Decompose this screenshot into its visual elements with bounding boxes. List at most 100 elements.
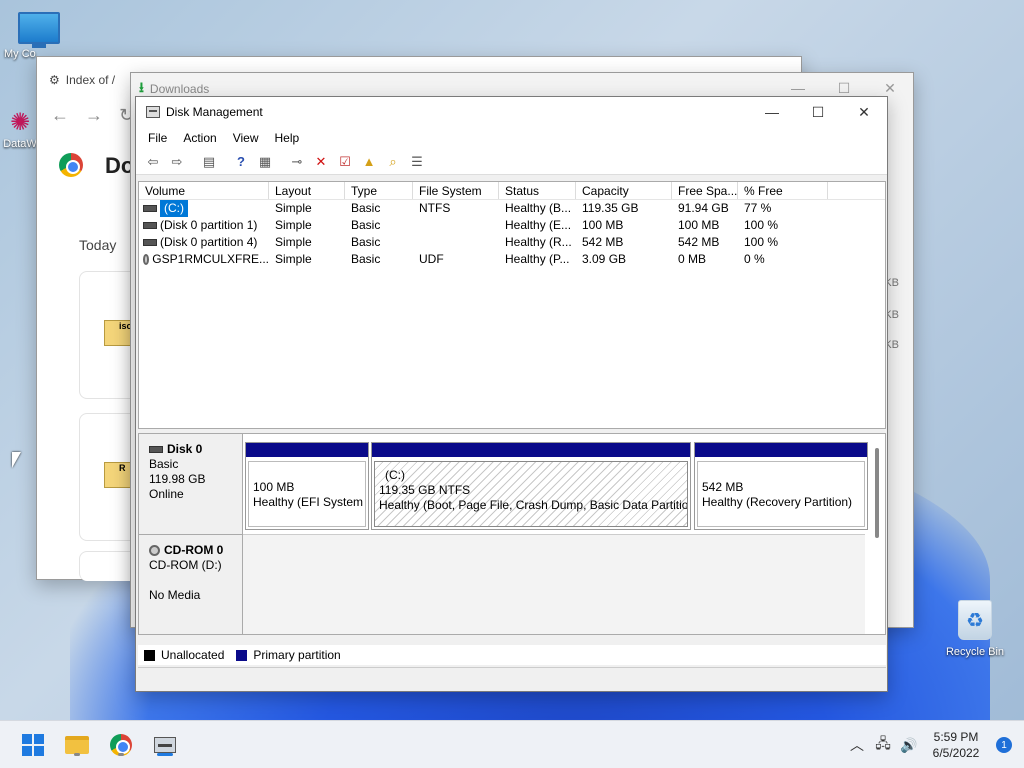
start-button[interactable] [19,731,47,759]
downloads-today-label: Today [79,237,117,253]
minimize-button[interactable]: — [749,97,795,127]
disk-management-icon [154,737,176,753]
notification-badge[interactable]: 1 [996,737,1012,753]
disk-management-window[interactable]: Disk Management — ☐ ✕ File Action View H… [135,96,888,692]
disk-map-scrollbar[interactable] [875,448,879,538]
volume-name: GSP1RMCULXFRE... [152,252,269,266]
drive-icon [143,239,157,246]
disk-management-titlebar: Disk Management — ☐ ✕ [136,97,887,127]
cd-drive-icon [143,254,150,265]
disk-management-icon [146,106,160,118]
delete-icon[interactable]: ✕ [310,152,332,172]
search-folder-icon[interactable]: ⌕ [382,152,404,172]
maximize-button[interactable]: ☐ [795,97,841,127]
forward-icon[interactable]: ⇨ [166,152,188,172]
back-arrow-icon[interactable]: ← [51,105,69,126]
chevron-up-icon[interactable]: ︿ [844,735,870,755]
tab-title: Index of / [65,73,116,87]
column-volume[interactable]: Volume [139,182,269,199]
legend-label: Primary partition [253,648,341,662]
menu-action[interactable]: Action [175,131,224,145]
volume-capacity: 542 MB [582,235,624,249]
volume-percent-free: 0 % [744,252,765,266]
disk-map: Disk 0 Basic 119.98 GB Online 100 MB Hea… [138,433,886,635]
volume-name: (Disk 0 partition 1) [160,218,258,232]
volume-status: Healthy (B... [505,201,572,215]
recycle-bin-icon: ♻ [958,600,992,640]
legend: Unallocated Primary partition [138,645,886,665]
folder-up-icon[interactable]: ▲ [358,152,380,172]
partition-recovery[interactable]: 542 MB Healthy (Recovery Partition) [694,442,868,530]
volume-name: (Disk 0 partition 4) [160,235,258,249]
disk-management-taskbar-button[interactable] [151,731,179,759]
volume-layout: Simple [275,235,312,249]
menu-file[interactable]: File [140,131,175,145]
primary-partition-swatch [236,649,248,661]
volume-free-space: 0 MB [678,252,707,266]
partition-title: (C:) [385,468,405,482]
chrome-taskbar-button[interactable] [107,731,135,759]
table-row[interactable]: (C:) Simple Basic NTFS Healthy (B... 119… [139,200,885,217]
column-file-system[interactable]: File System [413,182,499,199]
column-free-space[interactable]: Free Spa... [672,182,738,199]
volume-layout: Simple [275,252,312,266]
drive-icon [143,222,157,229]
volume-file-system [413,217,499,234]
window-title: Disk Management [166,105,263,119]
mouse-cursor [12,452,21,468]
disk-type: Basic [149,457,179,471]
disk-icon [149,446,163,453]
volume-free-space: 100 MB [678,218,720,232]
table-row[interactable]: (Disk 0 partition 1) Simple Basic Health… [139,217,885,234]
list-view-icon[interactable]: ☰ [406,152,428,172]
column-layout[interactable]: Layout [269,182,345,199]
clock-time: 5:59 PM [933,730,979,744]
partition-c[interactable]: (C:) 119.35 GB NTFS Healthy (Boot, Page … [371,442,691,530]
folder-icon [65,736,89,754]
disk-state: Online [149,487,184,501]
disk-size: 119.98 GB [149,472,206,486]
volume-icon[interactable]: 🔊 [896,737,922,754]
cdrom-0-label[interactable]: CD-ROM 0 CD-ROM (D:) No Media [139,534,243,634]
cdrom-name: CD-ROM 0 [164,543,224,557]
connect-icon[interactable]: ⊸ [286,152,308,172]
desktop-icon-label: Recycle Bin [945,646,1005,658]
file-explorer-button[interactable] [63,731,91,759]
volume-type: Basic [351,218,381,232]
dataw-icon: ✺ [9,109,31,136]
help-icon[interactable]: ? [230,152,252,172]
system-tray: ︿ 🖧 🔊 5:59 PM 6/5/2022 1 [844,721,1024,768]
back-icon[interactable]: ⇦ [142,152,164,172]
clock[interactable]: 5:59 PM 6/5/2022 [922,729,990,761]
close-button[interactable]: ✕ [841,97,887,127]
table-row[interactable]: (Disk 0 partition 4) Simple Basic Health… [139,234,885,251]
volume-name: (C:) [160,200,188,217]
volume-layout: Simple [275,218,312,232]
cdrom-drive: CD-ROM (D:) [149,558,222,572]
forward-arrow-icon[interactable]: → [85,105,103,126]
clock-date: 6/5/2022 [932,746,980,760]
desktop-icon-recycle-bin[interactable]: ♻ Recycle Bin [940,600,1010,658]
volume-list-header: Volume Layout Type File System Status Ca… [139,182,885,200]
menu-help[interactable]: Help [267,131,308,145]
disk-0-label[interactable]: Disk 0 Basic 119.98 GB Online [139,434,243,534]
volume-type: Basic [351,252,381,266]
column-type[interactable]: Type [345,182,413,199]
column-capacity[interactable]: Capacity [576,182,672,199]
column-percent-free[interactable]: % Free [738,182,828,199]
table-row[interactable]: GSP1RMCULXFRE... Simple Basic UDF Health… [139,251,885,268]
partition-efi[interactable]: 100 MB Healthy (EFI System P [245,442,369,530]
volume-status: Healthy (P... [505,252,570,266]
desktop-icon-dataw[interactable]: ✺ DataW [0,108,40,150]
check-icon[interactable]: ☑ [334,152,356,172]
menu-view[interactable]: View [225,131,267,145]
partition-size: 119.35 GB NTFS [379,483,471,497]
cd-drive-icon [149,545,160,556]
network-icon[interactable]: 🖧 [870,733,896,757]
show-hide-console-tree-icon[interactable]: ▤ [198,152,220,172]
properties-icon[interactable]: ▦ [254,152,276,172]
column-status[interactable]: Status [499,182,576,199]
desktop-icon-my-computer[interactable]: My Co [4,12,74,60]
disk-name: Disk 0 [167,442,203,456]
volume-capacity: 3.09 GB [582,252,627,266]
